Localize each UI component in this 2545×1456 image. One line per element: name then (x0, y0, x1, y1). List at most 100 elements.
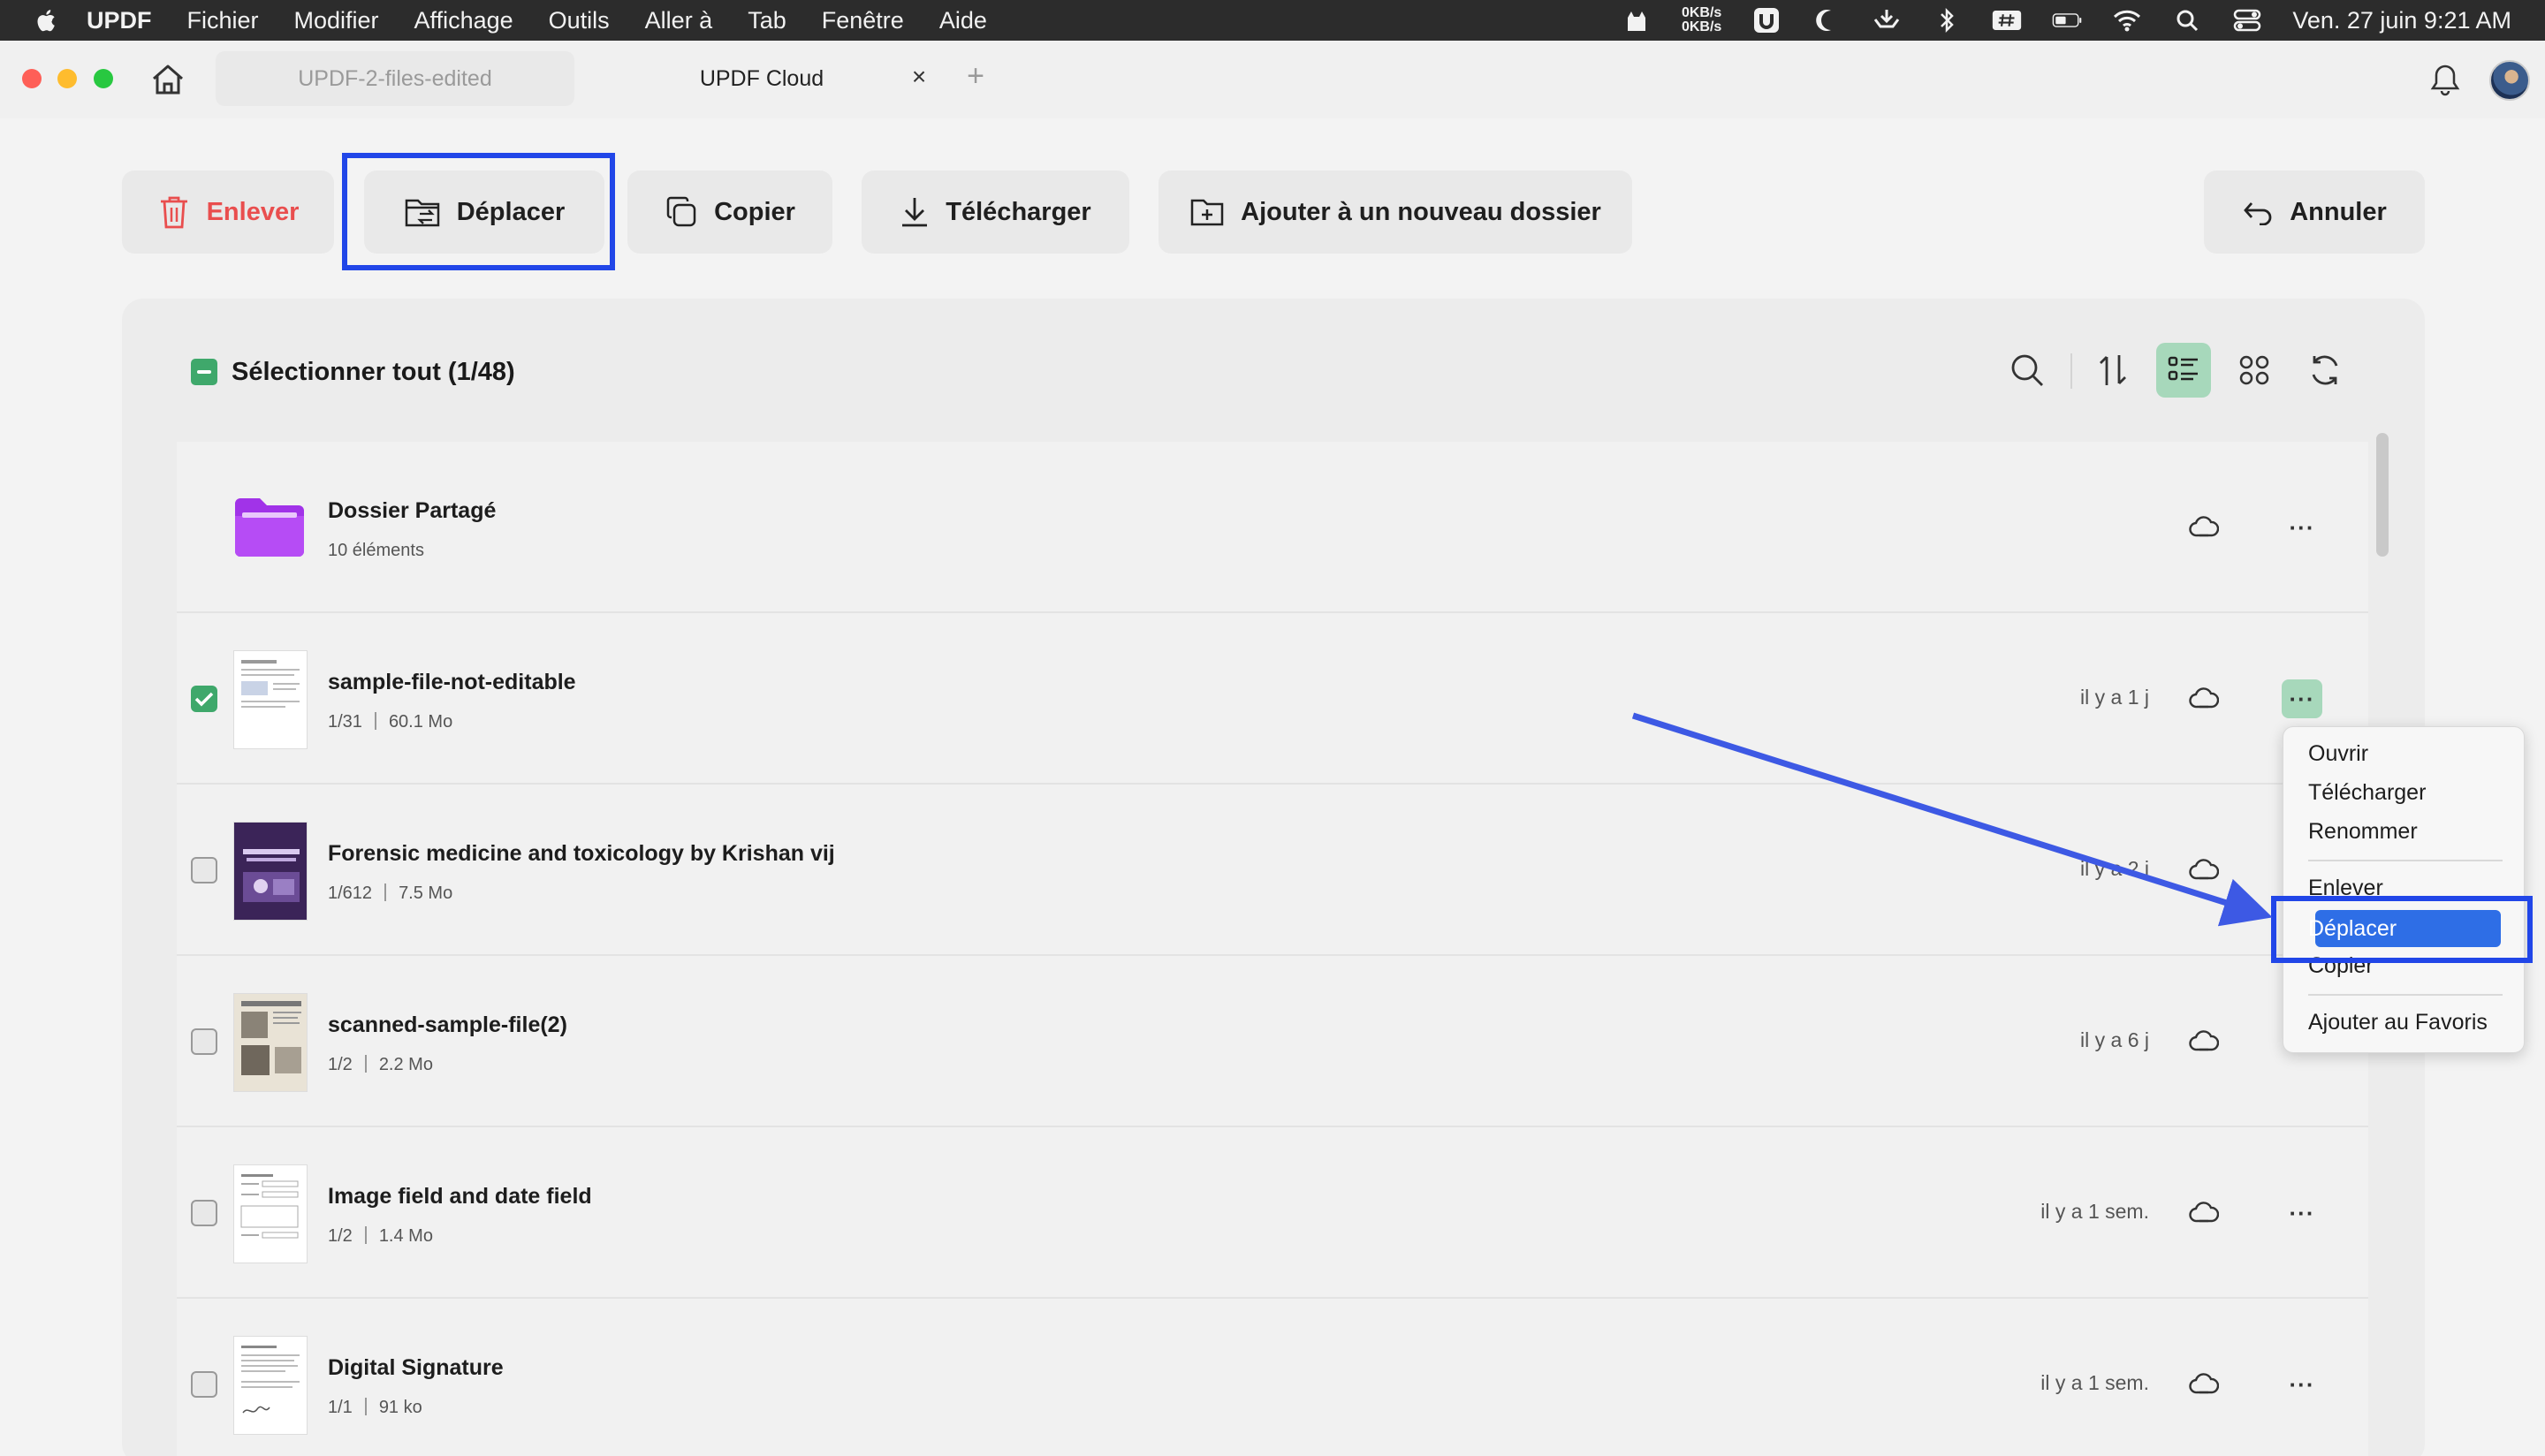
zoom-window-button[interactable] (94, 69, 113, 88)
refresh-icon[interactable] (2298, 343, 2352, 398)
copy-icon (666, 196, 696, 227)
copy-button[interactable]: Copier (627, 171, 832, 254)
cloud-icon (2189, 1202, 2219, 1223)
file-row[interactable]: Digital Signature 1/1 91 ko il y a 1 sem.… (177, 1299, 2368, 1456)
file-row[interactable]: sample-file-not-editable 1/31 60.1 Mo il … (177, 613, 2368, 785)
menu-aide[interactable]: Aide (939, 7, 987, 34)
file-thumbnail (233, 650, 308, 749)
close-tab-icon[interactable]: × (906, 63, 932, 90)
remove-label: Enlever (206, 197, 300, 226)
avatar[interactable] (2489, 60, 2530, 101)
file-thumbnail (233, 1336, 308, 1435)
row-checkbox[interactable] (191, 1028, 217, 1055)
menu-item-add-favorite[interactable]: Ajouter au Favoris (2308, 1010, 2488, 1035)
row-checkbox[interactable] (191, 1200, 217, 1226)
clock[interactable]: Ven. 27 juin 9:21 AM (2292, 7, 2511, 34)
new-tab-icon[interactable]: + (962, 59, 989, 93)
file-meta: 1/2 1.4 Mo (328, 1226, 433, 1247)
menu-separator (2308, 860, 2503, 861)
status-area: 0KB/s 0KB/s Ven. 27 juin 9:21 AM (1622, 0, 2511, 41)
net-down: 0KB/s (1681, 19, 1722, 34)
folder-name: Dossier Partagé (328, 498, 497, 523)
undo-icon (2244, 202, 2272, 225)
search-icon[interactable] (2172, 7, 2202, 34)
sort-icon[interactable] (2085, 343, 2140, 398)
minimize-window-button[interactable] (57, 69, 77, 88)
control-center-icon[interactable] (2232, 7, 2262, 34)
menu-item-rename[interactable]: Renommer (2308, 819, 2418, 845)
download-tray-icon[interactable] (1872, 7, 1902, 34)
cancel-button[interactable]: Annuler (2204, 171, 2425, 254)
file-time: il y a 2 j (2080, 857, 2149, 880)
app-u-icon[interactable] (1751, 7, 1782, 34)
file-row[interactable]: Forensic medicine and toxicology by Kris… (177, 785, 2368, 956)
cloud-icon (2189, 1030, 2219, 1051)
home-icon[interactable] (148, 60, 187, 99)
menu-affichage[interactable]: Affichage (414, 7, 513, 34)
file-row[interactable]: Image field and date field 1/2 1.4 Mo il … (177, 1127, 2368, 1299)
close-window-button[interactable] (22, 69, 42, 88)
menu-fenetre[interactable]: Fenêtre (822, 7, 904, 34)
menu-outils[interactable]: Outils (549, 7, 610, 34)
add-to-new-folder-button[interactable]: Ajouter à un nouveau dossier (1159, 171, 1632, 254)
menu-modifier[interactable]: Modifier (294, 7, 379, 34)
apple-icon[interactable] (34, 7, 60, 34)
battery-icon[interactable] (2052, 7, 2082, 34)
file-pages: 1/2 (328, 1226, 353, 1246)
remove-button[interactable]: Enlever (122, 171, 334, 254)
file-time: il y a 1 sem. (2040, 1200, 2149, 1223)
more-options-icon[interactable]: ··· (2282, 1365, 2322, 1404)
cloud-icon (2189, 859, 2219, 880)
select-all[interactable]: Sélectionner tout (1/48) (191, 354, 515, 390)
menu-aller-a[interactable]: Aller à (645, 7, 713, 34)
tab-updf-files-edited[interactable]: UPDF-2-files-edited (216, 51, 574, 106)
file-thumbnail (233, 822, 308, 921)
menu-item-download[interactable]: Télécharger (2308, 780, 2426, 806)
menu-app-updf[interactable]: UPDF (87, 7, 152, 34)
new-folder-icon (1190, 199, 1224, 226)
wifi-icon[interactable] (2112, 7, 2142, 34)
search-files-icon[interactable] (2000, 343, 2055, 398)
folder-row[interactable]: Dossier Partagé 10 éléments ··· (177, 442, 2368, 613)
bell-icon[interactable] (2428, 62, 2462, 97)
copy-label: Copier (714, 197, 795, 226)
scrollbar[interactable] (2376, 433, 2389, 557)
moon-icon[interactable] (1812, 7, 1842, 34)
file-thumbnail (233, 993, 308, 1092)
file-row[interactable]: scanned-sample-file(2) 1/2 2.2 Mo il y a … (177, 956, 2368, 1127)
hashtag-icon[interactable] (1992, 7, 2022, 34)
tab-updf-cloud[interactable]: UPDF Cloud (583, 51, 940, 106)
file-meta: 1/612 7.5 Mo (328, 883, 452, 904)
menu-tab[interactable]: Tab (748, 7, 786, 34)
menu-item-open[interactable]: Ouvrir (2308, 741, 2368, 767)
cat-icon[interactable] (1622, 7, 1652, 34)
menu-separator (2308, 994, 2503, 996)
file-meta: 1/2 2.2 Mo (328, 1055, 433, 1075)
file-name: scanned-sample-file(2) (328, 1012, 567, 1037)
list-view-icon[interactable] (2156, 343, 2211, 398)
row-checkbox[interactable] (191, 857, 217, 883)
cloud-icon (2189, 1373, 2219, 1394)
file-pages: 1/31 (328, 712, 362, 732)
bluetooth-icon[interactable] (1932, 7, 1962, 34)
move-menu-highlight (2271, 896, 2533, 963)
file-size: 60.1 Mo (388, 712, 453, 732)
grid-view-icon[interactable] (2227, 343, 2282, 398)
more-options-icon[interactable]: ··· (2282, 508, 2322, 547)
file-thumbnail (233, 1164, 308, 1263)
net-up: 0KB/s (1681, 5, 1722, 20)
row-checkbox[interactable] (191, 686, 217, 712)
select-all-checkbox[interactable] (191, 359, 217, 385)
download-button[interactable]: Télécharger (862, 171, 1129, 254)
file-size: 1.4 Mo (378, 1226, 433, 1246)
more-options-icon[interactable]: ··· (2282, 679, 2322, 718)
select-all-label: Sélectionner tout (1/48) (232, 357, 515, 386)
more-options-icon[interactable]: ··· (2282, 1194, 2322, 1232)
folder-icon (235, 498, 304, 557)
menu-fichier[interactable]: Fichier (187, 7, 259, 34)
file-meta: 1/1 91 ko (328, 1398, 422, 1418)
file-time: il y a 1 sem. (2040, 1371, 2149, 1394)
row-checkbox[interactable] (191, 1371, 217, 1398)
trash-icon (160, 196, 187, 229)
file-name: sample-file-not-editable (328, 670, 576, 694)
